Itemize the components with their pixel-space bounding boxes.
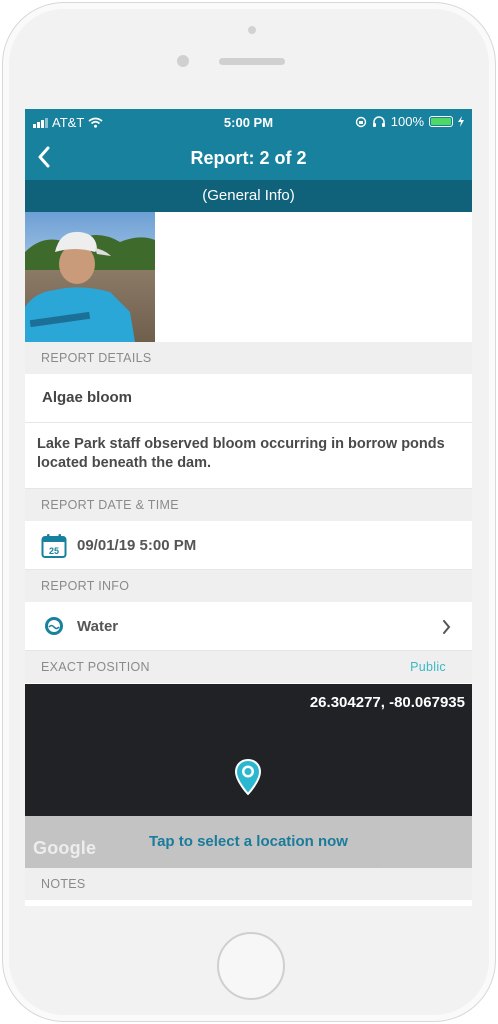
app-screen: AT&T 5:00 PM 100% Report: 2 of 2 (Genera… xyxy=(25,109,472,906)
chevron-right-icon xyxy=(443,620,451,634)
headphones-icon xyxy=(372,115,385,127)
report-title: Algae bloom xyxy=(42,389,133,406)
map-pin-icon xyxy=(235,759,261,795)
report-title-row[interactable]: Algae bloom xyxy=(25,374,472,423)
position-visibility[interactable]: Public xyxy=(410,651,446,683)
select-location-bar[interactable]: Google Tap to select a location now xyxy=(25,816,472,868)
notes-row[interactable] xyxy=(25,900,472,906)
notes-header: NOTES xyxy=(25,868,472,900)
report-description: Lake Park staff observed bloom occurring… xyxy=(37,436,445,471)
orientation-lock-icon xyxy=(355,116,366,127)
report-details-header: REPORT DETAILS xyxy=(25,342,472,374)
general-info-bar: (General Info) xyxy=(25,180,472,212)
report-datetime: 09/01/19 5:00 PM xyxy=(77,537,197,554)
earpiece-speaker xyxy=(219,58,285,65)
status-bar: AT&T 5:00 PM 100% xyxy=(25,109,472,136)
charging-bolt-icon xyxy=(458,116,464,127)
exact-position-label: EXACT POSITION xyxy=(41,660,150,674)
photo-image xyxy=(25,212,155,342)
map-coordinates: 26.304277, -80.067935 xyxy=(309,694,465,711)
sensor-dot xyxy=(248,26,256,34)
calendar-day: 25 xyxy=(49,546,59,556)
report-info-header: REPORT INFO xyxy=(25,570,472,602)
navigation-bar: Report: 2 of 2 xyxy=(25,136,472,180)
water-category-icon xyxy=(45,617,63,635)
status-right: 100% xyxy=(355,114,464,129)
battery-percent: 100% xyxy=(390,114,424,129)
front-camera xyxy=(177,55,189,67)
calendar-icon: 25 xyxy=(41,534,67,558)
exact-position-header: EXACT POSITION Public xyxy=(25,651,472,683)
report-info-value: Water xyxy=(77,618,119,635)
home-button[interactable] xyxy=(217,932,285,1000)
battery-icon xyxy=(429,116,453,127)
report-photo[interactable] xyxy=(25,212,155,342)
report-datetime-row[interactable]: 25 09/01/19 5:00 PM xyxy=(25,521,472,570)
report-description-row[interactable]: Lake Park staff observed bloom occurring… xyxy=(25,423,472,489)
select-location-prompt[interactable]: Tap to select a location now xyxy=(25,833,472,850)
report-datetime-header: REPORT DATE & TIME xyxy=(25,489,472,521)
nav-title: Report: 2 of 2 xyxy=(190,148,307,168)
location-map[interactable]: 26.304277, -80.067935 Google Tap to sele… xyxy=(25,684,472,868)
report-info-row[interactable]: Water xyxy=(25,602,472,651)
